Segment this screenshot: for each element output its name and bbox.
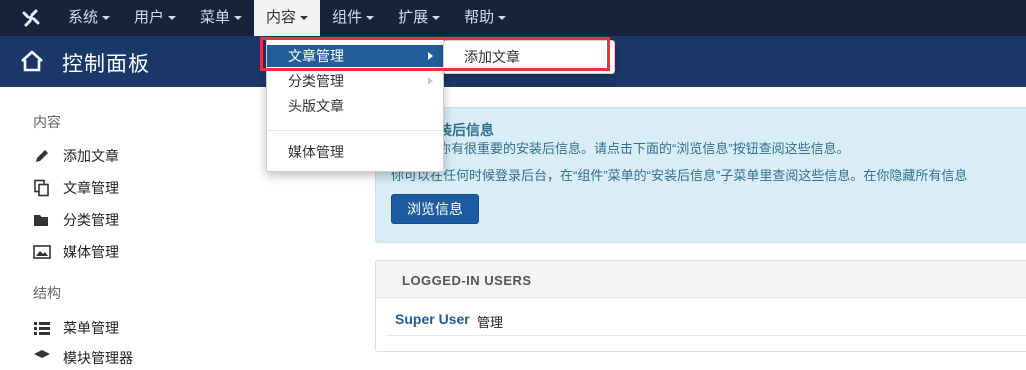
panel-title: LOGGED-IN USERS bbox=[402, 273, 532, 288]
caret-down-icon bbox=[432, 16, 441, 21]
browse-messages-button[interactable]: 浏览信息 bbox=[391, 194, 479, 224]
sidebar-item-menu-manager[interactable]: 菜单管理 bbox=[33, 316, 119, 340]
sidebar-item-label: 模块管理器 bbox=[63, 350, 133, 366]
pencil-icon bbox=[36, 150, 48, 162]
sidebar-heading-content: 内容 bbox=[33, 114, 61, 130]
alert-message: 你有很重要的安装后信息。请点击下面的“浏览信息”按钮查阅这些信息。 bbox=[438, 141, 850, 156]
sidebar-item-label: 菜单管理 bbox=[63, 320, 119, 336]
cube-icon bbox=[34, 350, 50, 358]
alert-title: 装后信息 bbox=[438, 122, 494, 138]
dropdown-item-label: 分类管理 bbox=[288, 73, 344, 89]
menu-label: 组件 bbox=[332, 9, 363, 26]
menu-components[interactable]: 组件 bbox=[320, 0, 386, 36]
menu-label: 内容 bbox=[266, 9, 297, 26]
caret-down-icon bbox=[498, 16, 507, 21]
menu-menus[interactable]: 菜单 bbox=[188, 0, 254, 36]
main-menu: 系统 用户 菜单 内容 组件 扩展 帮助 bbox=[56, 0, 518, 36]
user-name-link[interactable]: Super User bbox=[395, 311, 470, 327]
caret-right-icon bbox=[428, 52, 433, 60]
home-icon bbox=[21, 50, 43, 72]
sidebar-item-category-manager[interactable]: 分类管理 bbox=[33, 208, 119, 232]
menu-label: 系统 bbox=[68, 9, 99, 26]
dropdown-item-article-manager[interactable]: 文章管理 bbox=[267, 45, 443, 67]
article-submenu: 添加文章 bbox=[443, 40, 615, 74]
menu-extensions[interactable]: 扩展 bbox=[386, 0, 452, 36]
sidebar-item-article-manager[interactable]: 文章管理 bbox=[33, 176, 119, 200]
sidebar-heading-structure: 结构 bbox=[33, 285, 61, 301]
top-navbar: 系统 用户 菜单 内容 组件 扩展 帮助 bbox=[0, 0, 1026, 36]
logged-in-users-panel: LOGGED-IN USERS Super User 管理 bbox=[375, 260, 1026, 352]
sidebar-item-label: 分类管理 bbox=[63, 212, 119, 228]
menu-content[interactable]: 内容 bbox=[254, 0, 321, 36]
sidebar-item-label: 文章管理 bbox=[63, 180, 119, 196]
sidebar-item-add-article[interactable]: 添加文章 bbox=[33, 144, 119, 168]
menu-users[interactable]: 用户 bbox=[122, 0, 188, 36]
dropdown-item-label: 头版文章 bbox=[288, 98, 344, 114]
copy-icon bbox=[34, 179, 49, 197]
alert-message-secondary: 你可以在任何时候登录后台，在“组件”菜单的“安装后信息”子菜单里查阅这些信息。在… bbox=[391, 168, 968, 183]
image-icon bbox=[33, 245, 51, 259]
caret-down-icon bbox=[300, 16, 309, 21]
caret-down-icon bbox=[168, 16, 177, 21]
menu-label: 帮助 bbox=[464, 9, 495, 26]
dropdown-item-featured-articles[interactable]: 头版文章 bbox=[267, 95, 443, 117]
panel-header: LOGGED-IN USERS bbox=[376, 261, 1026, 298]
dropdown-item-label: 媒体管理 bbox=[288, 144, 344, 160]
caret-down-icon bbox=[234, 16, 243, 21]
menu-label: 用户 bbox=[134, 9, 165, 26]
caret-down-icon bbox=[366, 16, 375, 21]
sidebar-item-label: 添加文章 bbox=[63, 148, 119, 164]
menu-label: 扩展 bbox=[398, 9, 429, 26]
caret-down-icon bbox=[102, 16, 111, 21]
menu-label: 菜单 bbox=[200, 9, 231, 26]
sidebar-item-module-manager[interactable]: 模块管理器 bbox=[33, 346, 133, 370]
dropdown-item-label: 文章管理 bbox=[288, 48, 344, 64]
content-dropdown-menu: 文章管理 分类管理 头版文章 媒体管理 bbox=[266, 37, 444, 172]
menu-help[interactable]: 帮助 bbox=[452, 0, 518, 36]
dropdown-item-media-manager[interactable]: 媒体管理 bbox=[267, 141, 443, 163]
menu-system[interactable]: 系统 bbox=[56, 0, 122, 36]
dropdown-divider bbox=[267, 130, 443, 131]
dropdown-item-category-manager[interactable]: 分类管理 bbox=[267, 70, 443, 92]
submenu-item-add-article[interactable]: 添加文章 bbox=[464, 47, 520, 67]
joomla-logo-icon[interactable] bbox=[20, 7, 42, 29]
list-icon bbox=[34, 322, 50, 335]
post-install-alert: 装后信息 你有很重要的安装后信息。请点击下面的“浏览信息”按钮查阅这些信息。 你… bbox=[375, 107, 1026, 243]
user-role: 管理 bbox=[477, 315, 504, 330]
folder-icon bbox=[34, 215, 48, 226]
sidebar-item-label: 媒体管理 bbox=[63, 244, 119, 260]
sidebar-item-media-manager[interactable]: 媒体管理 bbox=[33, 240, 119, 264]
caret-right-icon bbox=[428, 77, 433, 85]
page-title: 控制面板 bbox=[62, 53, 150, 76]
user-row: Super User 管理 bbox=[386, 299, 1026, 336]
